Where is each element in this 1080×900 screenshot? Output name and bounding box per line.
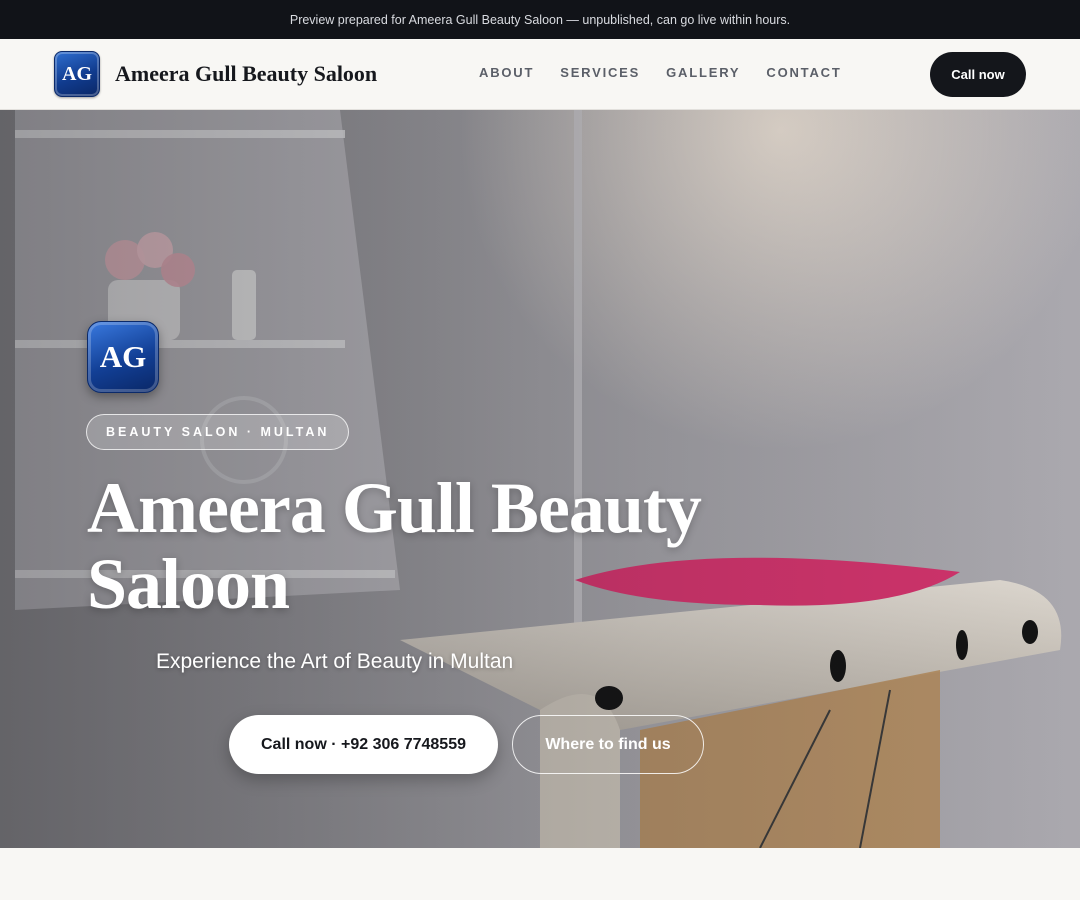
header-call-button[interactable]: Call now: [930, 52, 1026, 97]
brand-logo: AG: [54, 51, 100, 97]
find-us-button[interactable]: Where to find us: [512, 715, 704, 774]
location-badge-text: BEAUTY SALON · MULTAN: [106, 425, 330, 439]
hero-subtitle: Experience the Art of Beauty in Multan: [156, 650, 514, 673]
hero-section: AG BEAUTY SALON · MULTAN Ameera Gull Bea…: [0, 110, 1080, 848]
next-section: [0, 848, 1080, 900]
preview-banner: Preview prepared for Ameera Gull Beauty …: [0, 0, 1080, 39]
brand[interactable]: AG Ameera Gull Beauty Saloon: [54, 51, 377, 97]
hero-title: Ameera Gull Beauty Saloon: [87, 468, 702, 624]
hero-logo: AG: [87, 321, 159, 393]
location-badge: BEAUTY SALON · MULTAN: [86, 414, 350, 450]
site-header: AG Ameera Gull Beauty Saloon ABOUT SERVI…: [0, 39, 1080, 110]
preview-banner-text: Preview prepared for Ameera Gull Beauty …: [289, 12, 791, 27]
nav-contact[interactable]: CONTACT: [766, 65, 841, 80]
hero-logo-text: AG: [99, 339, 147, 374]
nav-gallery[interactable]: GALLERY: [666, 65, 740, 80]
nav-services[interactable]: SERVICES: [560, 65, 640, 80]
main-nav: ABOUT SERVICES GALLERY CONTACT: [466, 65, 855, 80]
nav-about[interactable]: ABOUT: [479, 65, 534, 80]
brand-logo-text: AG: [62, 62, 92, 85]
call-phone-button[interactable]: Call now · +92 306 7748559: [229, 715, 498, 774]
brand-name: Ameera Gull Beauty Saloon: [115, 61, 378, 86]
